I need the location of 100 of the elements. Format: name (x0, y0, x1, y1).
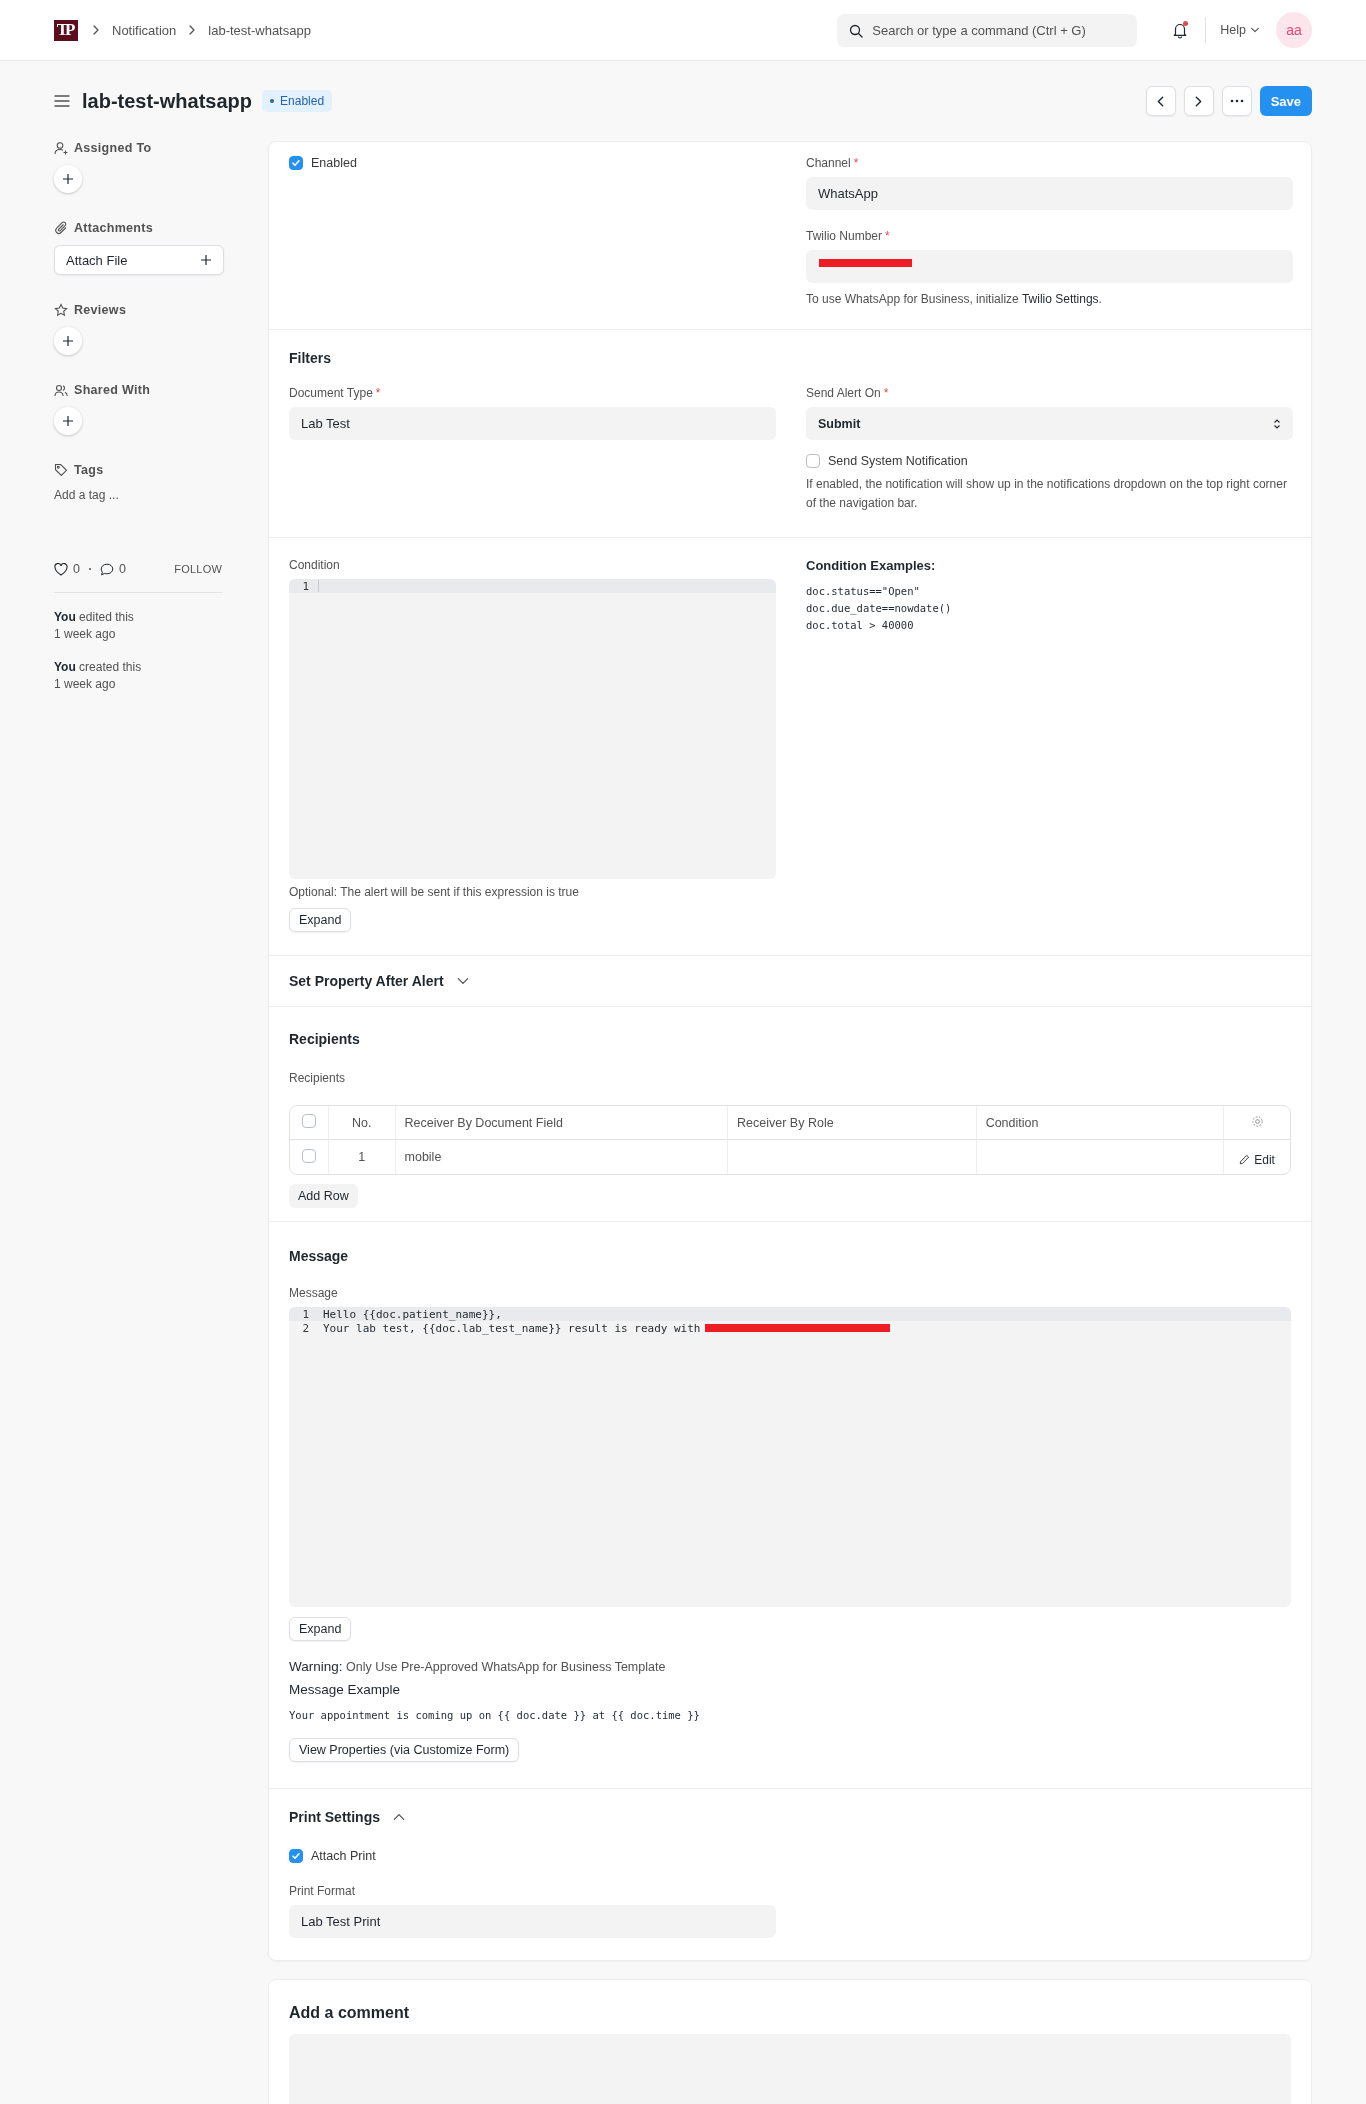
code-editor[interactable]: 1 Hello {{doc.patient_name}}, 2 Your lab test, {{doc.lab_test_name}} result is ready with (289, 1307, 1291, 1607)
field-label: Channel (806, 156, 851, 170)
activity-time: 1 week ago (54, 626, 117, 643)
row-checkbox[interactable] (301, 1148, 316, 1163)
code-example: Your appointment is coming up on {{ doc.date }} at {{ doc.time }} (289, 1708, 701, 1723)
twilio-number-field[interactable] (806, 250, 1293, 283)
like-count: 0 (73, 562, 80, 576)
add-button[interactable] (54, 165, 82, 193)
checkbox[interactable] (289, 1849, 303, 1863)
edit-button[interactable]: Edit (1233, 1146, 1281, 1168)
expand-button[interactable]: Expand (289, 1617, 352, 1641)
checkbox-label: Send System Notification (828, 454, 968, 468)
section-label: Tags (74, 463, 104, 477)
checkbox-label: Enabled (311, 156, 357, 170)
notification-bell-icon[interactable] (1171, 21, 1190, 39)
status-badge: Enabled (262, 90, 333, 112)
activity-text: You edited this (54, 609, 135, 626)
view-properties-button[interactable]: View Properties (via Customize Form) (289, 1738, 520, 1762)
next-button[interactable] (1183, 86, 1214, 116)
checkbox[interactable] (289, 156, 303, 170)
twilio-settings-link[interactable]: Twilio Settings (1021, 292, 1099, 306)
section-label: Reviews (74, 303, 127, 317)
more-icon (1229, 99, 1244, 103)
select-arrows-icon (1273, 417, 1281, 430)
section-label: Shared With (74, 383, 151, 397)
channel-field[interactable]: WhatsApp (806, 177, 1293, 210)
add-button[interactable] (54, 407, 82, 435)
code-example: doc.status=="Open" (806, 584, 921, 599)
section-title: Message (289, 1248, 349, 1264)
plus-icon (200, 254, 212, 266)
follow-link[interactable]: FOLLOW (174, 563, 222, 575)
help-menu[interactable]: Help (1220, 23, 1260, 37)
app-logo[interactable]: TP (54, 19, 78, 41)
code-line: Your lab test, {{doc.lab_test_name}} result is ready with (323, 1321, 701, 1335)
required-mark: * (375, 386, 381, 400)
check-icon (291, 158, 301, 168)
code-example: doc.due_date==nowdate() (806, 601, 953, 617)
field-label: Document Type (289, 386, 373, 400)
section-label: Attachments (74, 221, 153, 235)
row-number: 1 (328, 1140, 396, 1174)
column-header: Receiver By Role (728, 1106, 977, 1140)
checkbox[interactable] (806, 454, 820, 468)
attach-file-button[interactable]: Attach File (54, 245, 224, 275)
help-text: Optional: The alert will be sent if this expression is true (289, 884, 580, 901)
column-header: No. (328, 1106, 396, 1140)
add-button[interactable] (54, 327, 82, 355)
document-type-field[interactable]: Lab Test (289, 407, 776, 440)
heart-icon[interactable] (54, 562, 68, 576)
settings-icon[interactable] (1250, 1114, 1264, 1128)
field-label: Twilio Number (806, 229, 883, 243)
select-all-checkbox[interactable] (301, 1114, 316, 1128)
pencil-icon (1239, 1154, 1251, 1165)
table-cell: mobile (395, 1140, 729, 1174)
code-editor[interactable]: 1 (289, 579, 776, 879)
page-title: lab-test-whatsapp (82, 89, 253, 113)
section-title: Filters (289, 350, 331, 366)
menu-icon[interactable] (54, 94, 70, 108)
print-format-field[interactable]: Lab Test Print (289, 1905, 776, 1938)
breadcrumb-link[interactable]: Notification (112, 22, 177, 38)
check-icon (291, 1851, 301, 1861)
chevron-down-icon (1250, 25, 1260, 35)
person-add-icon (54, 141, 68, 155)
column-header: Receiver By Document Field (395, 1106, 729, 1140)
breadcrumb-link[interactable]: lab-test-whatsapp (208, 22, 311, 38)
required-mark: * (885, 229, 890, 243)
activity-text: You created this (54, 659, 143, 676)
section-title: Set Property After Alert (289, 973, 444, 989)
required-mark: * (853, 156, 859, 170)
comment-icon (99, 562, 114, 576)
send-alert-on-select[interactable]: Submit (806, 407, 1293, 440)
comment-title: Add a comment (289, 2004, 410, 2022)
plus-icon (62, 415, 74, 427)
field-label: Message (289, 1286, 338, 1300)
plus-icon (62, 173, 74, 185)
examples-title: Condition Examples: (806, 558, 936, 573)
section-label: Assigned To (74, 141, 152, 155)
warning-text: Warning: Only Use Pre-Approved WhatsApp for Business Template (289, 1659, 667, 1674)
column-header: Condition (976, 1106, 1225, 1140)
add-row-button[interactable]: Add Row (289, 1184, 358, 1208)
help-text: If enabled, the notification will show up in the notifications dropdown on the top right corner of the navigation bar. (806, 476, 1288, 512)
required-mark: * (883, 386, 889, 400)
add-tag-link[interactable]: Add a tag ... (54, 488, 119, 502)
section-title: Print Settings (289, 1809, 380, 1825)
previous-button[interactable] (1145, 86, 1176, 116)
line-number: 2 (301, 1321, 310, 1335)
help-text: To use WhatsApp for Business, initialize Twilio Settings. (806, 291, 1103, 308)
line-number: 1 (301, 579, 310, 593)
activity-time: 1 week ago (54, 676, 117, 693)
code-example: doc.total > 40000 (806, 618, 915, 633)
plus-icon (62, 335, 74, 347)
tag-icon (54, 463, 68, 477)
field-label: Condition (289, 558, 340, 572)
star-icon (54, 303, 68, 317)
field-label: Print Format (289, 1884, 355, 1898)
example-title: Message Example (289, 1682, 402, 1697)
expand-button[interactable]: Expand (289, 908, 352, 932)
users-icon (54, 383, 68, 397)
line-number: 1 (301, 1307, 310, 1321)
code-line: Hello {{doc.patient_name}}, (323, 1307, 502, 1321)
search-field[interactable]: Search or type a command (Ctrl + G) (837, 13, 1138, 47)
